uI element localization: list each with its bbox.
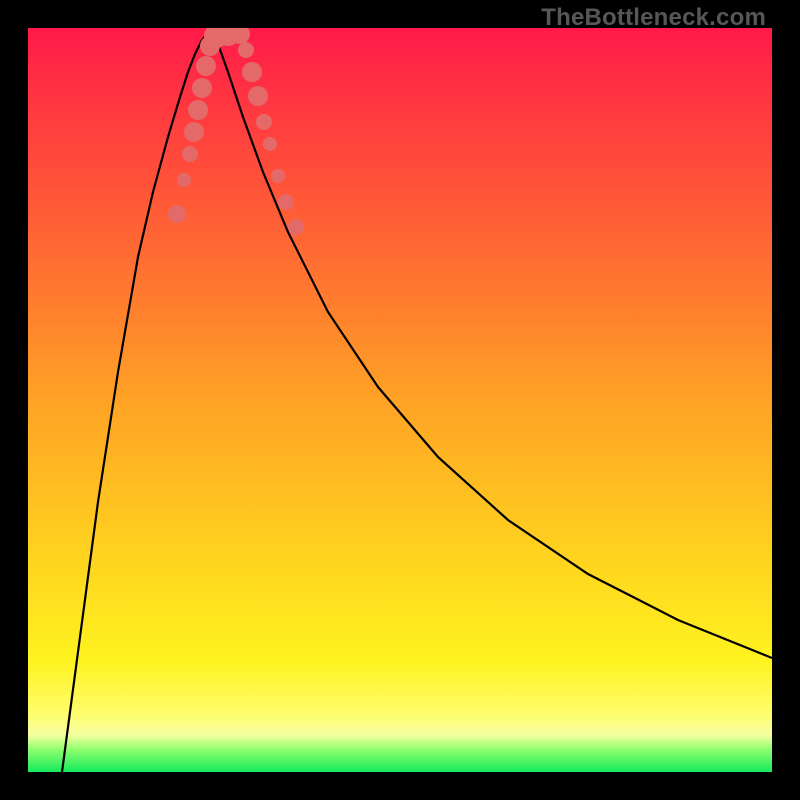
marker-dot xyxy=(177,173,191,187)
curves-layer xyxy=(62,30,772,772)
marker-dot xyxy=(188,100,208,120)
watermark-text: TheBottleneck.com xyxy=(541,4,766,32)
chart-svg xyxy=(28,28,772,772)
marker-dot xyxy=(278,194,294,210)
curve-left xyxy=(62,30,210,772)
curve-right xyxy=(210,30,772,658)
marker-dot xyxy=(242,62,262,82)
chart-frame xyxy=(28,28,772,772)
marker-dot xyxy=(248,86,268,106)
marker-dot xyxy=(192,78,212,98)
marker-dot xyxy=(168,205,186,223)
marker-dot xyxy=(271,169,285,183)
marker-dot xyxy=(238,42,254,58)
marker-dot xyxy=(288,219,304,235)
marker-dot xyxy=(184,122,204,142)
marker-dot xyxy=(256,114,272,130)
markers-layer xyxy=(168,28,304,235)
marker-dot xyxy=(196,56,216,76)
marker-dot xyxy=(182,146,198,162)
marker-dot xyxy=(263,137,277,151)
